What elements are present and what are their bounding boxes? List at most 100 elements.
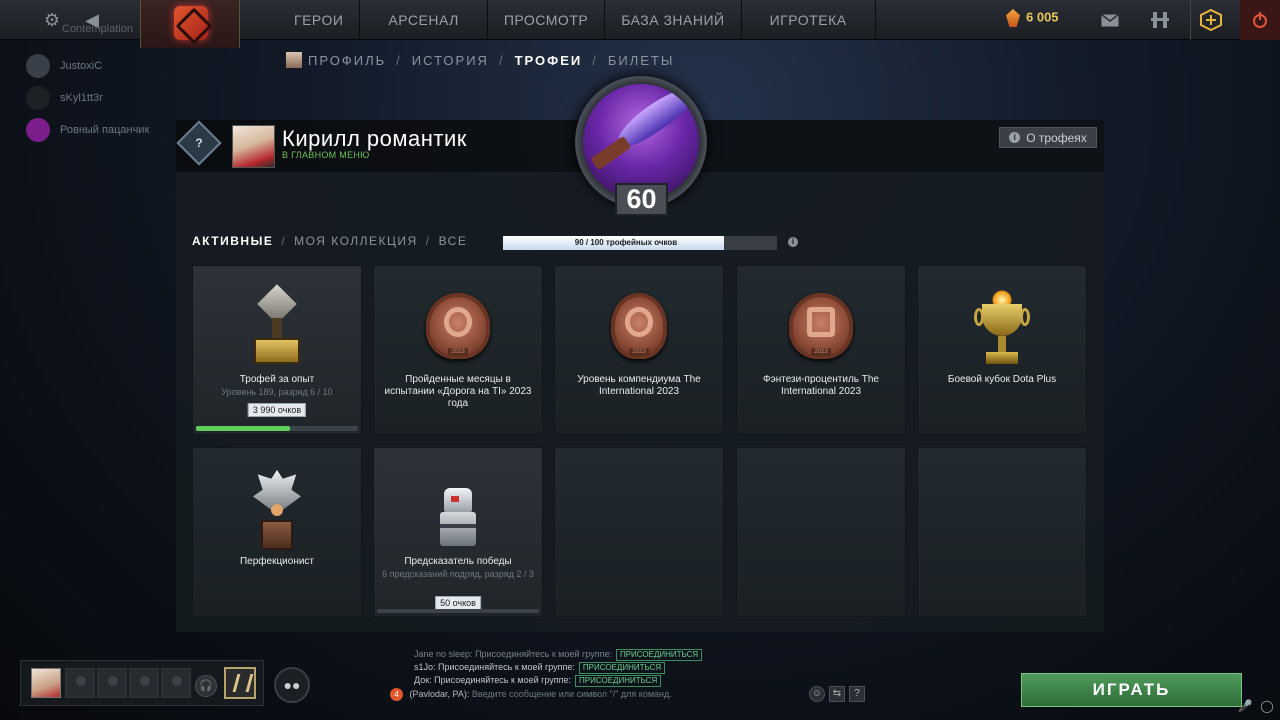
shard-icon (1006, 9, 1020, 27)
about-trophies-button[interactable]: i О трофеях (999, 127, 1097, 148)
nav-learn[interactable]: БАЗА ЗНАНИЙ (605, 0, 742, 40)
chat-log: Jane no sleep: Присоединяйтесь к моей гр… (414, 648, 703, 687)
friends-list: JustoxiC sKyl1tt3r Ровный пацанчик (26, 50, 149, 146)
filter-collection[interactable]: МОЯ КОЛЛЕКЦИЯ (294, 234, 418, 248)
microphone-icon[interactable]: 🎤 (1237, 698, 1253, 714)
profile-subnav: ПРОФИЛЬ / ИСТОРИЯ / ТРОФЕИ / БИЛЕТЫ (286, 51, 674, 69)
trophy-title: Боевой кубок Dota Plus (947, 374, 1057, 385)
gear-icon[interactable]: ⚙ (40, 8, 64, 32)
ti-medal-icon: 2023 (611, 293, 667, 359)
rank-badge-label: ? (195, 136, 203, 150)
filter-all[interactable]: ВСЕ (439, 234, 468, 248)
ghost-label: Contemplation (62, 23, 133, 35)
player-level: 60 (615, 183, 668, 216)
nav-watch[interactable]: ПРОСМОТР (488, 0, 606, 40)
trophy-filters: АКТИВНЫЕ / МОЯ КОЛЛЕКЦИЯ / ВСЕ (192, 234, 468, 248)
trophy-card-empty (917, 447, 1087, 617)
avatar (26, 86, 50, 110)
trophy-title: Трофей за опыт (239, 374, 315, 385)
player-name: Кирилл романтик (282, 126, 467, 151)
avatar (232, 125, 275, 168)
filter-active[interactable]: АКТИВНЫЕ (192, 234, 273, 248)
trophy-card-road-to-ti[interactable]: 2023 Пройденные месяцы в испытании «Доро… (373, 265, 543, 435)
fantasy-medal-icon: 2023 (789, 293, 853, 359)
nav-heroes[interactable]: ГЕРОИ (278, 0, 361, 40)
trophy-card-fantasy[interactable]: 2023 Фэнтези-процентиль The Internationa… (736, 265, 906, 435)
nav-arcade[interactable]: ИГРОТЕКА (742, 0, 876, 40)
nav-arsenal[interactable]: АРСЕНАЛ (360, 0, 488, 40)
friend-name: JustoxiC (60, 60, 103, 72)
party-slot[interactable] (129, 668, 159, 698)
trophy-card-empty (736, 447, 906, 617)
friend-name: sKyl1tt3r (60, 92, 103, 104)
party-slot[interactable] (161, 668, 191, 698)
about-trophies-label: О трофеях (1026, 130, 1087, 145)
join-party-button[interactable]: ПРИСОЕДИНИТЬСЯ (578, 662, 666, 674)
friend-item[interactable]: sKyl1tt3r (26, 82, 149, 114)
trophy-points-progress: 90 / 100 трофейных очков (503, 236, 777, 250)
trophy-points: 50 очков (435, 596, 481, 610)
friend-item[interactable]: Ровный пацанчик (26, 114, 149, 146)
currency-value: 6 005 (1026, 9, 1059, 25)
friend-name: Ровный пацанчик (60, 124, 150, 136)
play-button[interactable]: ИГРАТЬ (1021, 673, 1242, 707)
trophy-title: Предсказатель победы (404, 556, 512, 567)
road-medal-icon: 2023 (426, 293, 490, 359)
mail-icon[interactable] (1090, 0, 1130, 40)
chat-channel: (Pavlodar, PA): (409, 689, 470, 699)
loading-icon: ◯ (1260, 699, 1274, 713)
help-icon[interactable]: ? (849, 686, 865, 702)
trophy-progress-bar (377, 609, 539, 613)
avatar (26, 54, 50, 78)
trophy-title: Пройденные месяцы в испытании «Дорога на… (384, 374, 532, 409)
dota-logo-button[interactable] (140, 0, 240, 48)
trophy-progress-bar (196, 426, 358, 431)
friend-item[interactable]: JustoxiC (26, 50, 149, 82)
tab-tickets[interactable]: БИЛЕТЫ (608, 53, 675, 68)
avatar (286, 52, 302, 68)
main-nav: ГЕРОИ АРСЕНАЛ ПРОСМОТР БАЗА ЗНАНИЙ ИГРОТ… (278, 0, 876, 40)
trophy-title: Перфекционист (239, 556, 315, 567)
rank-medal-icon[interactable] (224, 667, 256, 699)
avatar[interactable] (31, 668, 61, 698)
trophy-card-compendium[interactable]: 2023 Уровень компендиума The Internation… (554, 265, 724, 435)
armory-icon[interactable] (1140, 0, 1180, 40)
trophy-points: 3 990 очков (247, 403, 307, 417)
unread-badge: 4 (390, 688, 403, 702)
trophy-card-experience[interactable]: Трофей за опыт Уровень 189, разряд 6 / 1… (192, 265, 362, 435)
robot-trophy-icon (436, 488, 480, 548)
player-status: В ГЛАВНОМ МЕНЮ (282, 150, 370, 160)
party-slot[interactable] (65, 668, 95, 698)
top-bar: ⚙ ◀ ГЕРОИ АРСЕНАЛ ПРОСМОТР БАЗА ЗНАНИЙ И… (0, 0, 1280, 48)
chat-message: s1Jo: Присоединяйтесь к моей группе: ПРИС… (414, 661, 702, 674)
emoji-icon[interactable]: ☺ (809, 686, 825, 702)
trophy-card-perfectionist[interactable]: Перфекционист (192, 447, 362, 617)
join-party-button[interactable]: ПРИСОЕДИНИТЬСЯ (615, 649, 703, 661)
avatar (26, 118, 50, 142)
info-icon: i (1009, 132, 1021, 143)
separator: / (592, 52, 598, 68)
trophy-card-predictor[interactable]: Предсказатель победы 6 предсказаний подр… (373, 447, 543, 617)
chat-placeholder: Введите сообщение или символ "/" для ком… (471, 689, 672, 699)
trophy-card-dota-plus-cup[interactable]: Боевой кубок Dota Plus (917, 265, 1087, 435)
trophy-title: Уровень компендиума The International 20… (577, 374, 701, 397)
cup-trophy-icon (974, 290, 1030, 368)
headset-icon[interactable]: 🎧 (195, 675, 217, 697)
shard-currency[interactable]: 6 005 (1006, 9, 1059, 27)
power-icon[interactable] (1240, 0, 1280, 40)
chat-message: Jane no sleep: Присоединяйтесь к моей гр… (414, 648, 703, 661)
chat-wheel-icon[interactable]: ⇆ (829, 686, 845, 702)
cube-trophy-icon (252, 284, 302, 366)
tab-trophies[interactable]: ТРОФЕИ (515, 53, 583, 68)
dota-plus-icon[interactable] (1190, 0, 1230, 40)
trophy-title: Фэнтези-процентиль The International 202… (763, 374, 879, 397)
tab-profile[interactable]: ПРОФИЛЬ (308, 53, 386, 68)
party-slot[interactable] (97, 668, 127, 698)
chat-input[interactable]: 4 (Pavlodar, PA): Введите сообщение или … (390, 684, 810, 704)
info-icon[interactable]: i (788, 237, 798, 247)
separator: / (498, 52, 505, 68)
guild-icon[interactable]: ●● (274, 667, 310, 703)
trophy-card-empty (554, 447, 724, 617)
dota-logo-icon (174, 6, 208, 40)
tab-history[interactable]: ИСТОРИЯ (412, 53, 489, 68)
